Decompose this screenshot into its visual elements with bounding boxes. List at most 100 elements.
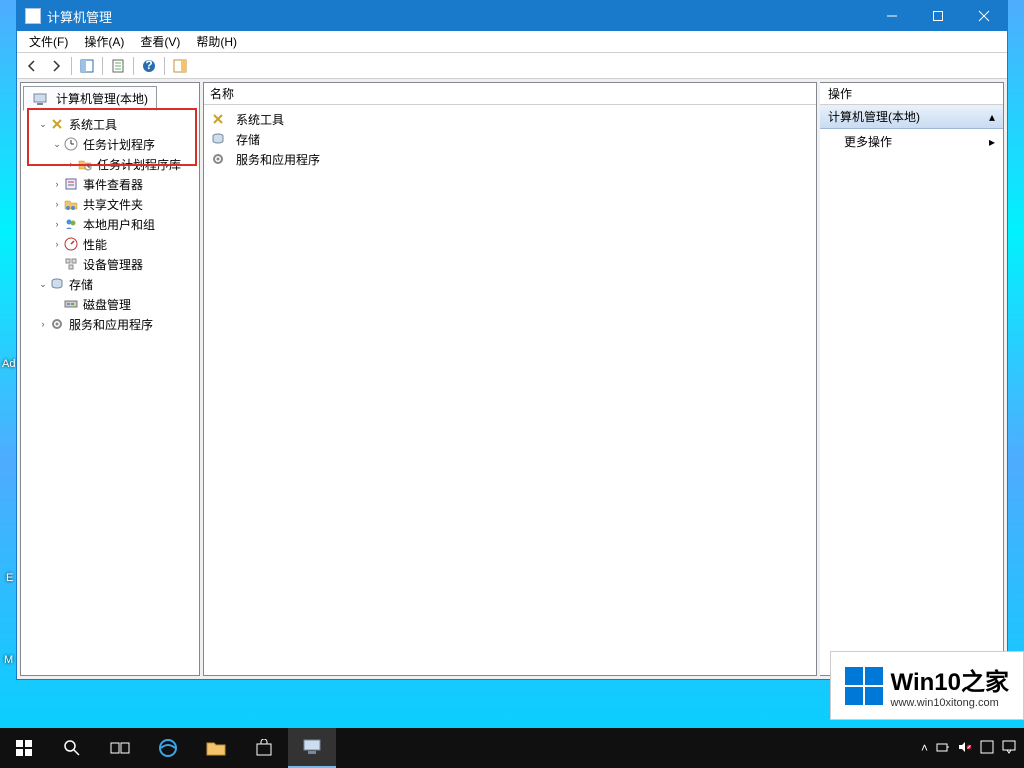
tree-label: 磁盘管理 (83, 296, 131, 313)
list-header-name[interactable]: 名称 (204, 83, 816, 105)
tree-node-services-apps[interactable]: › 服务和应用程序 (23, 314, 197, 334)
menu-view[interactable]: 查看(V) (132, 31, 188, 52)
expand-icon[interactable]: › (51, 179, 63, 189)
tree-node-device-manager[interactable]: 设备管理器 (23, 254, 197, 274)
expand-icon[interactable]: › (51, 199, 63, 209)
toolbar-separator (71, 57, 72, 75)
volume-muted-icon[interactable] (958, 740, 972, 757)
show-hide-action-pane-button[interactable] (169, 55, 191, 77)
actions-more[interactable]: 更多操作 ▸ (820, 129, 1003, 154)
properties-button[interactable] (107, 55, 129, 77)
tree-label: 设备管理器 (83, 256, 143, 273)
task-view-button[interactable] (96, 728, 144, 768)
app-icon (25, 8, 41, 24)
list-item-system-tools[interactable]: 系统工具 (208, 109, 812, 129)
services-icon (210, 151, 226, 167)
start-button[interactable] (0, 728, 48, 768)
toolbar-separator (102, 57, 103, 75)
collapse-icon[interactable]: ⌄ (37, 119, 49, 130)
svg-text:?: ? (145, 59, 152, 72)
action-center-icon[interactable] (1002, 740, 1016, 757)
computer-icon (32, 91, 48, 107)
toolbar: ? (17, 53, 1007, 79)
actions-group-header[interactable]: 计算机管理(本地) ▴ (820, 105, 1003, 129)
show-hide-tree-button[interactable] (76, 55, 98, 77)
tools-icon (210, 111, 226, 127)
storage-icon (210, 131, 226, 147)
actions-pane: 操作 计算机管理(本地) ▴ 更多操作 ▸ (820, 82, 1004, 676)
store-button[interactable] (240, 728, 288, 768)
event-viewer-icon (63, 176, 79, 192)
actions-more-label: 更多操作 (844, 133, 892, 150)
tree-node-local-users[interactable]: › 本地用户和组 (23, 214, 197, 234)
collapse-icon[interactable]: ⌄ (51, 139, 63, 150)
help-button[interactable]: ? (138, 55, 160, 77)
tree-node-shared-folders[interactable]: › 共享文件夹 (23, 194, 197, 214)
expand-icon[interactable]: › (51, 239, 63, 249)
back-button[interactable] (21, 55, 43, 77)
windows-logo-icon (845, 667, 883, 705)
tree-node-storage[interactable]: ⌄ 存储 (23, 274, 197, 294)
tree-node-system-tools[interactable]: ⌄ 系统工具 (23, 114, 197, 134)
tree-root-tab[interactable]: 计算机管理(本地) (23, 86, 157, 111)
list-item-label: 系统工具 (236, 111, 284, 128)
computer-management-taskbar-button[interactable] (288, 728, 336, 768)
tree-node-event-viewer[interactable]: › 事件查看器 (23, 174, 197, 194)
tree-node-disk-management[interactable]: 磁盘管理 (23, 294, 197, 314)
list-item-storage[interactable]: 存储 (208, 129, 812, 149)
tree-label: 存储 (69, 276, 93, 293)
menu-file[interactable]: 文件(F) (21, 31, 76, 52)
search-button[interactable] (48, 728, 96, 768)
tree-label: 任务计划程序库 (97, 156, 181, 173)
maximize-button[interactable] (915, 1, 961, 31)
content-area: 计算机管理(本地) ⌄ 系统工具 ⌄ 任务计划程序 › 任务计划 (17, 79, 1007, 679)
tree-node-performance[interactable]: › 性能 (23, 234, 197, 254)
tree-label: 共享文件夹 (83, 196, 143, 213)
tree-label: 系统工具 (69, 116, 117, 133)
actions-header: 操作 (820, 83, 1003, 105)
clock-icon (63, 136, 79, 152)
tree-label: 任务计划程序 (83, 136, 155, 153)
list-item-services-apps[interactable]: 服务和应用程序 (208, 149, 812, 169)
tree-node-task-scheduler[interactable]: ⌄ 任务计划程序 (23, 134, 197, 154)
network-icon[interactable] (936, 740, 950, 757)
ime-icon[interactable] (980, 740, 994, 757)
window-title: 计算机管理 (47, 7, 869, 26)
tree-pane: 计算机管理(本地) ⌄ 系统工具 ⌄ 任务计划程序 › 任务计划 (20, 82, 200, 676)
desktop-label: M (4, 654, 13, 666)
forward-button[interactable] (45, 55, 67, 77)
watermark-brand: Win10 (891, 669, 961, 696)
desktop-label: E (6, 572, 13, 584)
list-item-label: 存储 (236, 131, 260, 148)
performance-icon (63, 236, 79, 252)
tree-label: 本地用户和组 (83, 216, 155, 233)
tree-node-task-scheduler-library[interactable]: › 任务计划程序库 (23, 154, 197, 174)
watermark-url: www.win10xitong.com (891, 697, 1009, 709)
tree-label: 性能 (83, 236, 107, 253)
tray-overflow-icon[interactable]: ˄ (921, 741, 928, 755)
minimize-button[interactable] (869, 1, 915, 31)
menu-help[interactable]: 帮助(H) (188, 31, 245, 52)
expand-icon[interactable]: › (37, 319, 49, 329)
list-pane: 名称 系统工具 存储 服务和应用程序 (203, 82, 817, 676)
expand-icon[interactable]: › (65, 159, 77, 169)
toolbar-separator (164, 57, 165, 75)
edge-browser-button[interactable] (144, 728, 192, 768)
device-manager-icon (63, 256, 79, 272)
toolbar-separator (133, 57, 134, 75)
computer-management-window: 计算机管理 文件(F) 操作(A) 查看(V) 帮助(H) ? 计算机管理(本 (16, 0, 1008, 680)
shared-folder-icon (63, 196, 79, 212)
services-icon (49, 316, 65, 332)
list-item-label: 服务和应用程序 (236, 151, 320, 168)
tree: ⌄ 系统工具 ⌄ 任务计划程序 › 任务计划程序库 › 事件查看 (21, 112, 199, 336)
menu-action[interactable]: 操作(A) (76, 31, 132, 52)
tree-label: 事件查看器 (83, 176, 143, 193)
taskbar[interactable]: ˄ (0, 728, 1024, 768)
system-tray[interactable]: ˄ (921, 740, 1024, 757)
collapse-icon[interactable]: ▴ (989, 110, 995, 124)
close-button[interactable] (961, 1, 1007, 31)
titlebar[interactable]: 计算机管理 (17, 1, 1007, 31)
expand-icon[interactable]: › (51, 219, 63, 229)
file-explorer-button[interactable] (192, 728, 240, 768)
collapse-icon[interactable]: ⌄ (37, 279, 49, 290)
